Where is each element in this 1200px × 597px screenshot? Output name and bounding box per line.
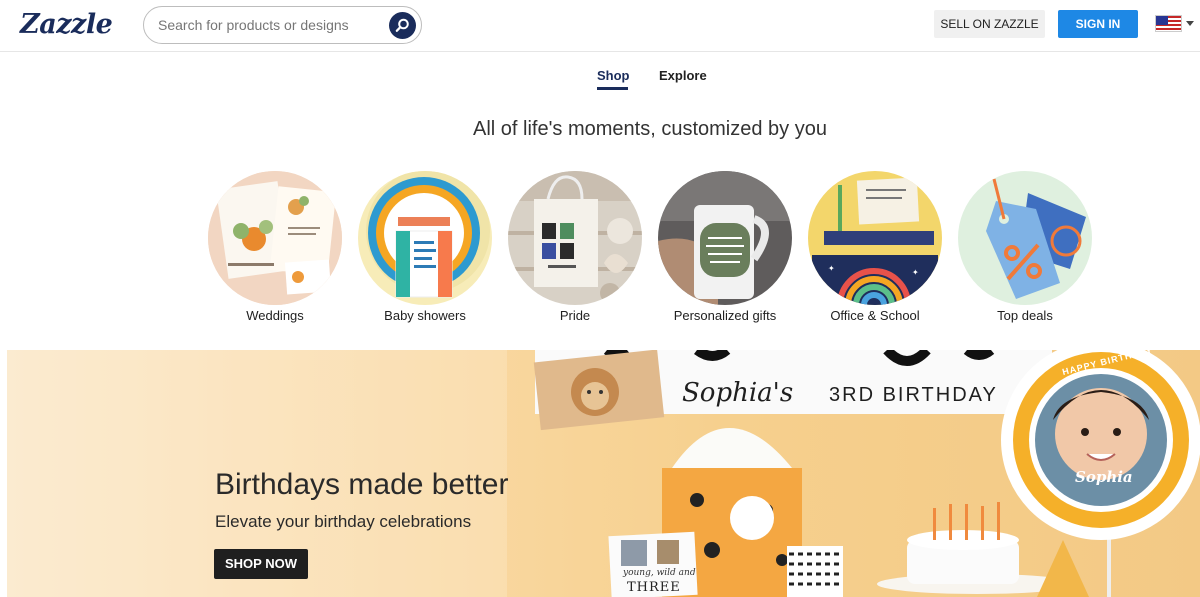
category-label: Top deals [997, 308, 1053, 323]
svg-text:✦: ✦ [912, 268, 919, 277]
category-baby-showers[interactable]: Baby showers [357, 171, 493, 323]
hero-subtitle: Elevate your birthday celebrations [215, 512, 472, 531]
search-bar[interactable] [143, 6, 422, 44]
search-button[interactable] [389, 12, 416, 39]
category-pride[interactable]: Pride [507, 171, 643, 323]
search-icon [395, 18, 409, 32]
svg-text:✦: ✦ [828, 264, 835, 273]
category-weddings[interactable]: Weddings [207, 171, 343, 323]
category-top-deals[interactable]: Top deals [957, 171, 1093, 323]
top-header: Zazzle SELL ON ZAZZLE SIGN IN [0, 0, 1200, 52]
sign-in-button[interactable]: SIGN IN [1058, 10, 1138, 38]
category-office-school[interactable]: ✦ ✦ Office & School [807, 171, 943, 323]
hero-card-number: THREE [627, 580, 681, 595]
tab-explore[interactable]: Explore [659, 68, 707, 83]
baby-showers-image [358, 171, 492, 305]
hero-banner-text: 3RD BIRTHDAY [829, 384, 998, 406]
chevron-down-icon[interactable] [1186, 21, 1194, 26]
weddings-image [208, 171, 342, 305]
shop-now-button[interactable]: SHOP NOW [214, 549, 308, 579]
top-deals-image [958, 171, 1092, 305]
personalized-gifts-image [658, 171, 792, 305]
page-headline: All of life's moments, customized by you [473, 118, 827, 140]
hero-banner: Sophia's 3RD BIRTHDAY young, wild and TH… [7, 350, 1200, 597]
category-personalized-gifts[interactable]: Personalized gifts [657, 171, 793, 323]
hero-title: Birthdays made better [215, 468, 509, 501]
office-school-image: ✦ ✦ [808, 171, 942, 305]
active-tab-indicator [597, 87, 628, 90]
search-input[interactable] [158, 16, 378, 34]
us-flag-icon[interactable] [1155, 15, 1182, 32]
tab-shop[interactable]: Shop [597, 68, 630, 83]
hero-card-text: young, wild and [623, 568, 696, 578]
pride-image [508, 171, 642, 305]
balloon-name: Sophia [1075, 468, 1133, 486]
zazzle-logo[interactable]: Zazzle [20, 9, 113, 40]
hero-banner-name: Sophia's [682, 378, 794, 408]
sell-on-zazzle-button[interactable]: SELL ON ZAZZLE [934, 10, 1045, 38]
hero-illustration [7, 350, 1200, 597]
